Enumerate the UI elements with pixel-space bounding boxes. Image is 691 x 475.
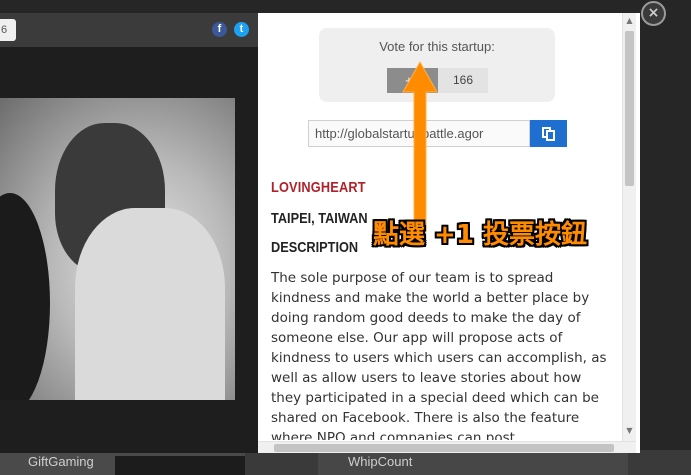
background-card-title: WhipCount xyxy=(348,454,413,469)
video-frame-shape xyxy=(0,193,50,400)
vote-title: Vote for this startup: xyxy=(379,39,495,54)
horizontal-scroll-thumb[interactable] xyxy=(274,444,614,452)
twitter-icon[interactable]: t xyxy=(234,22,249,37)
video-frame-shape xyxy=(75,208,225,400)
close-modal-button[interactable]: × xyxy=(641,1,666,26)
annotation-arrow xyxy=(402,60,438,233)
vertical-scrollbar[interactable]: ▲ ▼ xyxy=(622,13,636,441)
horizontal-scrollbar[interactable] xyxy=(258,441,636,453)
scroll-up-icon[interactable]: ▲ xyxy=(625,16,634,25)
vote-count: 166 xyxy=(438,68,488,93)
startup-name: LOVINGHEART xyxy=(271,179,366,196)
description-heading: DESCRIPTION xyxy=(271,239,359,256)
background-card-title: GiftGaming xyxy=(28,454,94,469)
startup-video[interactable] xyxy=(0,98,235,400)
annotation-label: 點選 +1 投票按鈕 xyxy=(373,220,587,250)
facebook-icon[interactable]: f xyxy=(212,22,227,37)
scroll-down-icon[interactable]: ▼ xyxy=(625,426,634,435)
vertical-scroll-thumb[interactable] xyxy=(625,31,634,186)
description-text: The sole purpose of our team is to sprea… xyxy=(271,270,607,440)
startup-location: TAIPEI, TAIWAN xyxy=(271,210,368,227)
copy-icon xyxy=(546,130,555,141)
share-count-badge: 6 xyxy=(0,19,16,41)
copy-url-button[interactable] xyxy=(530,120,567,147)
background-card-thumbnail xyxy=(115,456,245,475)
